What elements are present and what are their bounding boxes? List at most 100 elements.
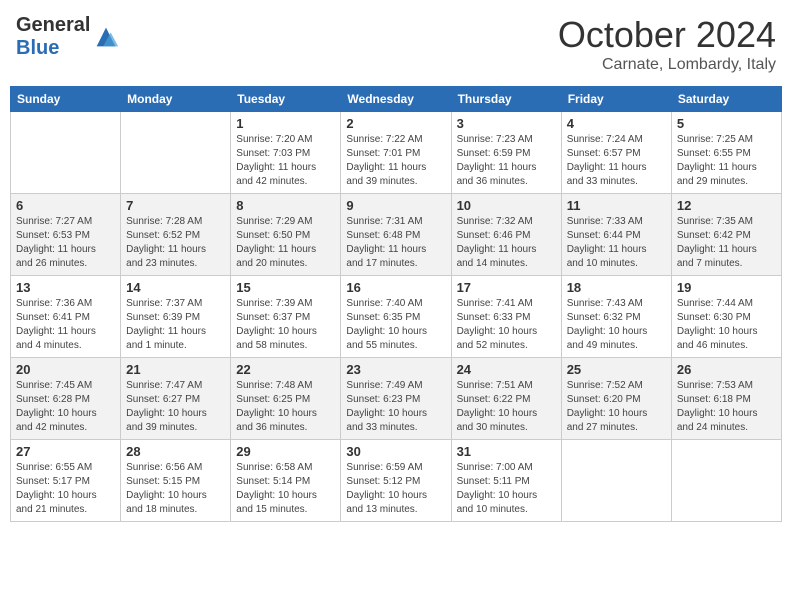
day-header-sunday: Sunday <box>11 87 121 112</box>
calendar-cell: 12 Sunrise: 7:35 AM Sunset: 6:42 PM Dayli… <box>671 194 781 276</box>
day-number: 20 <box>16 362 115 377</box>
page-header: General Blue October 2024 Carnate, Lomba… <box>10 10 782 78</box>
day-number: 9 <box>346 198 445 213</box>
day-info: Sunrise: 7:44 AM Sunset: 6:30 PM Dayligh… <box>677 297 776 353</box>
logo-icon <box>92 23 120 51</box>
day-number: 30 <box>346 444 445 459</box>
calendar-table: SundayMondayTuesdayWednesdayThursdayFrid… <box>10 86 782 522</box>
day-info: Sunrise: 7:45 AM Sunset: 6:28 PM Dayligh… <box>16 379 115 435</box>
calendar-cell: 22 Sunrise: 7:48 AM Sunset: 6:25 PM Dayli… <box>231 358 341 440</box>
calendar-cell <box>671 440 781 522</box>
day-info: Sunrise: 7:22 AM Sunset: 7:01 PM Dayligh… <box>346 133 445 189</box>
day-info: Sunrise: 7:32 AM Sunset: 6:46 PM Dayligh… <box>457 215 556 271</box>
day-number: 16 <box>346 280 445 295</box>
calendar-cell: 3Sunrise: 7:23 AM Sunset: 6:59 PM Daylig… <box>451 112 561 194</box>
calendar-cell: 5Sunrise: 7:25 AM Sunset: 6:55 PM Daylig… <box>671 112 781 194</box>
day-info: Sunrise: 7:49 AM Sunset: 6:23 PM Dayligh… <box>346 379 445 435</box>
calendar-cell: 7 Sunrise: 7:28 AM Sunset: 6:52 PM Daylig… <box>121 194 231 276</box>
day-info: Sunrise: 7:28 AM Sunset: 6:52 PM Dayligh… <box>126 215 225 271</box>
calendar-cell: 11 Sunrise: 7:33 AM Sunset: 6:44 PM Dayli… <box>561 194 671 276</box>
day-info: Sunrise: 7:37 AM Sunset: 6:39 PM Dayligh… <box>126 297 225 353</box>
day-number: 22 <box>236 362 335 377</box>
day-info: Sunrise: 7:48 AM Sunset: 6:25 PM Dayligh… <box>236 379 335 435</box>
day-info: Sunrise: 6:58 AM Sunset: 5:14 PM Dayligh… <box>236 461 335 517</box>
day-number: 18 <box>567 280 666 295</box>
day-header-wednesday: Wednesday <box>341 87 451 112</box>
calendar-cell: 4 Sunrise: 7:24 AM Sunset: 6:57 PM Daylig… <box>561 112 671 194</box>
day-number: 29 <box>236 444 335 459</box>
location: Carnate, Lombardy, Italy <box>558 56 776 74</box>
day-number: 15 <box>236 280 335 295</box>
calendar-cell: 27 Sunrise: 6:55 AM Sunset: 5:17 PM Dayli… <box>11 440 121 522</box>
day-info: Sunrise: 7:41 AM Sunset: 6:33 PM Dayligh… <box>457 297 556 353</box>
calendar-cell: 9 Sunrise: 7:31 AM Sunset: 6:48 PM Daylig… <box>341 194 451 276</box>
day-number: 11 <box>567 198 666 213</box>
day-number: 26 <box>677 362 776 377</box>
month-title: October 2024 <box>558 14 776 56</box>
calendar-cell: 21 Sunrise: 7:47 AM Sunset: 6:27 PM Dayli… <box>121 358 231 440</box>
day-number: 5 <box>677 116 776 131</box>
calendar-cell: 25 Sunrise: 7:52 AM Sunset: 6:20 PM Dayli… <box>561 358 671 440</box>
calendar-cell: 16 Sunrise: 7:40 AM Sunset: 6:35 PM Dayli… <box>341 276 451 358</box>
day-header-thursday: Thursday <box>451 87 561 112</box>
day-info: Sunrise: 7:40 AM Sunset: 6:35 PM Dayligh… <box>346 297 445 353</box>
logo-blue: Blue <box>16 37 59 59</box>
day-header-monday: Monday <box>121 87 231 112</box>
day-info: Sunrise: 7:35 AM Sunset: 6:42 PM Dayligh… <box>677 215 776 271</box>
day-number: 12 <box>677 198 776 213</box>
calendar-week-5: 27 Sunrise: 6:55 AM Sunset: 5:17 PM Dayli… <box>11 440 782 522</box>
day-info: Sunrise: 6:55 AM Sunset: 5:17 PM Dayligh… <box>16 461 115 517</box>
calendar-cell: 15 Sunrise: 7:39 AM Sunset: 6:37 PM Dayli… <box>231 276 341 358</box>
day-number: 19 <box>677 280 776 295</box>
day-info: Sunrise: 7:51 AM Sunset: 6:22 PM Dayligh… <box>457 379 556 435</box>
logo-text: General Blue <box>16 14 90 60</box>
day-number: 3 <box>457 116 556 131</box>
calendar-header-row: SundayMondayTuesdayWednesdayThursdayFrid… <box>11 87 782 112</box>
day-info: Sunrise: 7:47 AM Sunset: 6:27 PM Dayligh… <box>126 379 225 435</box>
day-number: 8 <box>236 198 335 213</box>
day-info: Sunrise: 7:39 AM Sunset: 6:37 PM Dayligh… <box>236 297 335 353</box>
day-info: Sunrise: 6:56 AM Sunset: 5:15 PM Dayligh… <box>126 461 225 517</box>
day-number: 23 <box>346 362 445 377</box>
day-info: Sunrise: 7:33 AM Sunset: 6:44 PM Dayligh… <box>567 215 666 271</box>
day-info: Sunrise: 7:24 AM Sunset: 6:57 PM Dayligh… <box>567 133 666 189</box>
calendar-cell: 17 Sunrise: 7:41 AM Sunset: 6:33 PM Dayli… <box>451 276 561 358</box>
day-info: Sunrise: 7:36 AM Sunset: 6:41 PM Dayligh… <box>16 297 115 353</box>
calendar-week-1: 1Sunrise: 7:20 AM Sunset: 7:03 PM Daylig… <box>11 112 782 194</box>
day-header-saturday: Saturday <box>671 87 781 112</box>
calendar-cell: 26 Sunrise: 7:53 AM Sunset: 6:18 PM Dayli… <box>671 358 781 440</box>
day-info: Sunrise: 7:00 AM Sunset: 5:11 PM Dayligh… <box>457 461 556 517</box>
calendar-week-3: 13Sunrise: 7:36 AM Sunset: 6:41 PM Dayli… <box>11 276 782 358</box>
day-number: 14 <box>126 280 225 295</box>
calendar-cell: 13Sunrise: 7:36 AM Sunset: 6:41 PM Dayli… <box>11 276 121 358</box>
day-info: Sunrise: 7:29 AM Sunset: 6:50 PM Dayligh… <box>236 215 335 271</box>
day-header-tuesday: Tuesday <box>231 87 341 112</box>
day-number: 25 <box>567 362 666 377</box>
logo: General Blue <box>16 14 120 60</box>
calendar-cell <box>561 440 671 522</box>
day-info: Sunrise: 7:20 AM Sunset: 7:03 PM Dayligh… <box>236 133 335 189</box>
day-info: Sunrise: 7:52 AM Sunset: 6:20 PM Dayligh… <box>567 379 666 435</box>
day-info: Sunrise: 7:53 AM Sunset: 6:18 PM Dayligh… <box>677 379 776 435</box>
day-number: 24 <box>457 362 556 377</box>
calendar-cell: 31Sunrise: 7:00 AM Sunset: 5:11 PM Dayli… <box>451 440 561 522</box>
day-header-friday: Friday <box>561 87 671 112</box>
calendar-cell: 28 Sunrise: 6:56 AM Sunset: 5:15 PM Dayli… <box>121 440 231 522</box>
day-number: 4 <box>567 116 666 131</box>
day-number: 17 <box>457 280 556 295</box>
calendar-cell: 10Sunrise: 7:32 AM Sunset: 6:46 PM Dayli… <box>451 194 561 276</box>
calendar-week-4: 20 Sunrise: 7:45 AM Sunset: 6:28 PM Dayli… <box>11 358 782 440</box>
day-number: 7 <box>126 198 225 213</box>
day-number: 28 <box>126 444 225 459</box>
calendar-cell: 18 Sunrise: 7:43 AM Sunset: 6:32 PM Dayli… <box>561 276 671 358</box>
day-number: 21 <box>126 362 225 377</box>
title-block: October 2024 Carnate, Lombardy, Italy <box>558 14 776 74</box>
calendar-week-2: 6Sunrise: 7:27 AM Sunset: 6:53 PM Daylig… <box>11 194 782 276</box>
calendar-cell: 19 Sunrise: 7:44 AM Sunset: 6:30 PM Dayli… <box>671 276 781 358</box>
day-info: Sunrise: 6:59 AM Sunset: 5:12 PM Dayligh… <box>346 461 445 517</box>
day-info: Sunrise: 7:43 AM Sunset: 6:32 PM Dayligh… <box>567 297 666 353</box>
calendar-cell: 29 Sunrise: 6:58 AM Sunset: 5:14 PM Dayli… <box>231 440 341 522</box>
day-info: Sunrise: 7:31 AM Sunset: 6:48 PM Dayligh… <box>346 215 445 271</box>
day-number: 27 <box>16 444 115 459</box>
calendar-cell: 24 Sunrise: 7:51 AM Sunset: 6:22 PM Dayli… <box>451 358 561 440</box>
